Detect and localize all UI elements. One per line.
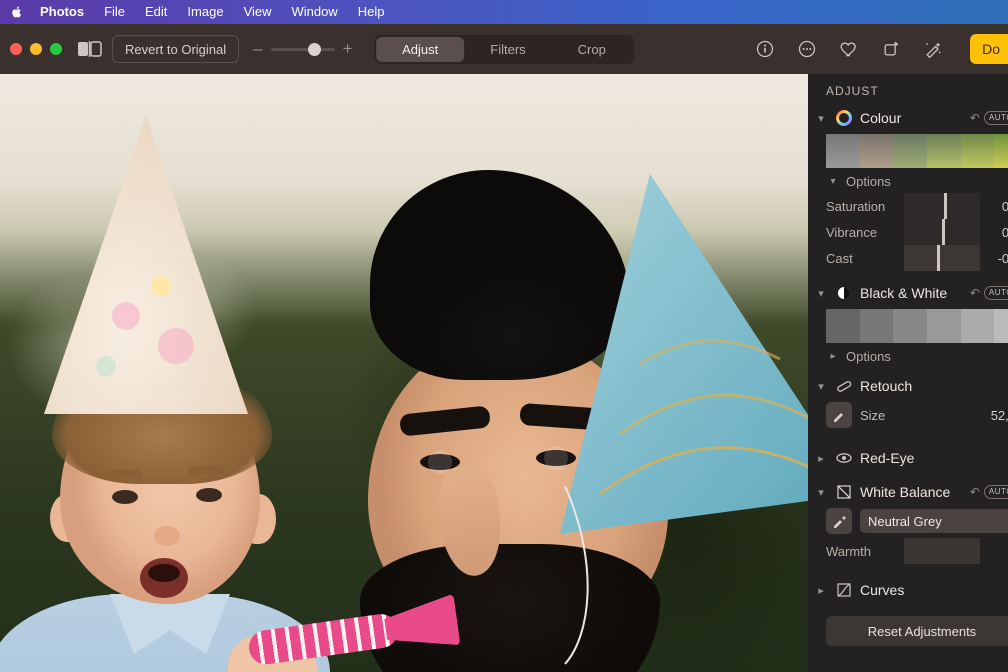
reset-adjustments-button[interactable]: Reset Adjustments (826, 616, 1008, 646)
auto-button[interactable]: AUTO (984, 485, 1008, 499)
toolbar-right: Do (754, 34, 1008, 64)
section-colour-label: Colour (860, 110, 962, 126)
retouch-size-label: Size (860, 408, 900, 423)
adjust-sidebar: ADJUST ▾ Colour ↶ AUTO ▾ Options Saturat… (808, 74, 1008, 672)
chevron-down-icon: ▾ (814, 287, 828, 300)
wb-mode-row: Neutral Grey (808, 504, 1008, 538)
window-close-button[interactable] (10, 43, 22, 55)
section-redeye-label: Red-Eye (860, 450, 1008, 466)
auto-button[interactable]: AUTO (984, 286, 1008, 300)
colour-preset-strip[interactable] (808, 130, 1008, 172)
bw-preset-strip[interactable] (808, 305, 1008, 347)
menu-help[interactable]: Help (348, 0, 395, 24)
chevron-down-icon: ▾ (814, 486, 828, 499)
revert-to-original-button[interactable]: Revert to Original (112, 35, 239, 63)
section-curves-label: Curves (860, 582, 1008, 598)
section-colour-header[interactable]: ▾ Colour ↶ AUTO (808, 106, 1008, 130)
chevron-down-icon: ▾ (814, 380, 828, 393)
wb-picker-button[interactable] (826, 508, 852, 534)
cast-label: Cast (826, 251, 898, 266)
section-redeye-header[interactable]: ▸ Red-Eye (808, 446, 1008, 470)
colour-options-label: Options (846, 174, 891, 189)
sidebar-title: ADJUST (808, 74, 1008, 106)
cast-slider[interactable]: Cast -0,4 (808, 245, 1008, 271)
tab-adjust[interactable]: Adjust (376, 37, 464, 62)
menu-edit[interactable]: Edit (135, 0, 177, 24)
saturation-value: 0,1 (986, 199, 1008, 214)
photo-canvas[interactable] (0, 74, 808, 672)
chevron-right-icon: ▸ (814, 452, 828, 465)
colour-options-toggle[interactable]: ▾ Options (808, 172, 1008, 193)
undo-icon[interactable]: ↶ (970, 485, 980, 499)
bw-icon (836, 285, 852, 301)
retouch-brush-button[interactable] (826, 402, 852, 428)
vibrance-slider[interactable]: Vibrance 0,0 (808, 219, 1008, 245)
auto-button[interactable]: AUTO (984, 111, 1008, 125)
tab-filters[interactable]: Filters (464, 37, 551, 62)
favorite-icon[interactable] (838, 38, 860, 60)
done-button[interactable]: Do (970, 34, 1008, 64)
editor-mode-segmented: Adjust Filters Crop (374, 35, 634, 64)
more-icon[interactable] (796, 38, 818, 60)
hat-string (560, 486, 720, 666)
window-zoom-button[interactable] (50, 43, 62, 55)
section-bw-header[interactable]: ▾ Black & White ↶ AUTO (808, 281, 1008, 305)
toolbar: Revert to Original – + Adjust Filters Cr… (0, 24, 1008, 74)
eye-icon (836, 450, 852, 466)
section-bw-label: Black & White (860, 285, 962, 301)
saturation-slider[interactable]: Saturation 0,1 (808, 193, 1008, 219)
cast-value: -0,4 (986, 251, 1008, 266)
bw-options-toggle[interactable]: ▸ Options (808, 347, 1008, 368)
menu-image[interactable]: Image (177, 0, 233, 24)
chevron-right-icon: ▸ (826, 351, 840, 362)
chevron-down-icon: ▾ (814, 112, 828, 125)
section-retouch-header[interactable]: ▾ Retouch ↶ (808, 374, 1008, 398)
curves-icon (836, 582, 852, 598)
tab-crop[interactable]: Crop (552, 37, 632, 62)
section-curves-header[interactable]: ▸ Curves (808, 578, 1008, 602)
menu-file[interactable]: File (94, 0, 135, 24)
main: ADJUST ▾ Colour ↶ AUTO ▾ Options Saturat… (0, 74, 1008, 672)
zoom-slider-thumb[interactable] (308, 43, 321, 56)
menu-window[interactable]: Window (282, 0, 348, 24)
bw-options-label: Options (846, 349, 891, 364)
vibrance-label: Vibrance (826, 225, 898, 240)
warmth-slider[interactable]: Warmth (808, 538, 1008, 564)
rotate-icon[interactable] (880, 38, 902, 60)
chevron-down-icon: ▾ (826, 176, 840, 187)
photo-content (0, 74, 808, 672)
menubar: Photos File Edit Image View Window Help (0, 0, 1008, 24)
party-hat-child (36, 116, 256, 416)
info-icon[interactable] (754, 38, 776, 60)
window-minimize-button[interactable] (30, 43, 42, 55)
zoom-slider[interactable] (271, 48, 335, 51)
wb-mode-dropdown[interactable]: Neutral Grey (860, 509, 1008, 533)
white-balance-icon (836, 484, 852, 500)
party-hat-man (560, 174, 808, 534)
window-controls (10, 43, 62, 55)
section-wb-label: White Balance (860, 484, 962, 500)
colour-wheel-icon (836, 110, 852, 126)
menu-view[interactable]: View (234, 0, 282, 24)
vibrance-value: 0,0 (986, 225, 1008, 240)
zoom-out-button[interactable]: – (253, 39, 262, 59)
zoom-control: – + (253, 39, 352, 59)
app-name[interactable]: Photos (30, 0, 94, 24)
retouch-size-value: 52,3 (991, 408, 1008, 423)
zoom-in-button[interactable]: + (343, 39, 353, 59)
undo-icon[interactable]: ↶ (970, 286, 980, 300)
enhance-icon[interactable] (922, 38, 944, 60)
warmth-label: Warmth (826, 544, 898, 559)
undo-icon[interactable]: ↶ (970, 111, 980, 125)
section-retouch-label: Retouch (860, 378, 1000, 394)
chevron-right-icon: ▸ (814, 584, 828, 597)
retouch-size-row: Size 52,3 (808, 398, 1008, 432)
saturation-label: Saturation (826, 199, 898, 214)
apple-menu-icon[interactable] (8, 5, 26, 19)
section-wb-header[interactable]: ▾ White Balance ↶ AUTO (808, 480, 1008, 504)
bandage-icon (836, 378, 852, 394)
compare-toggle-icon[interactable] (76, 37, 104, 61)
